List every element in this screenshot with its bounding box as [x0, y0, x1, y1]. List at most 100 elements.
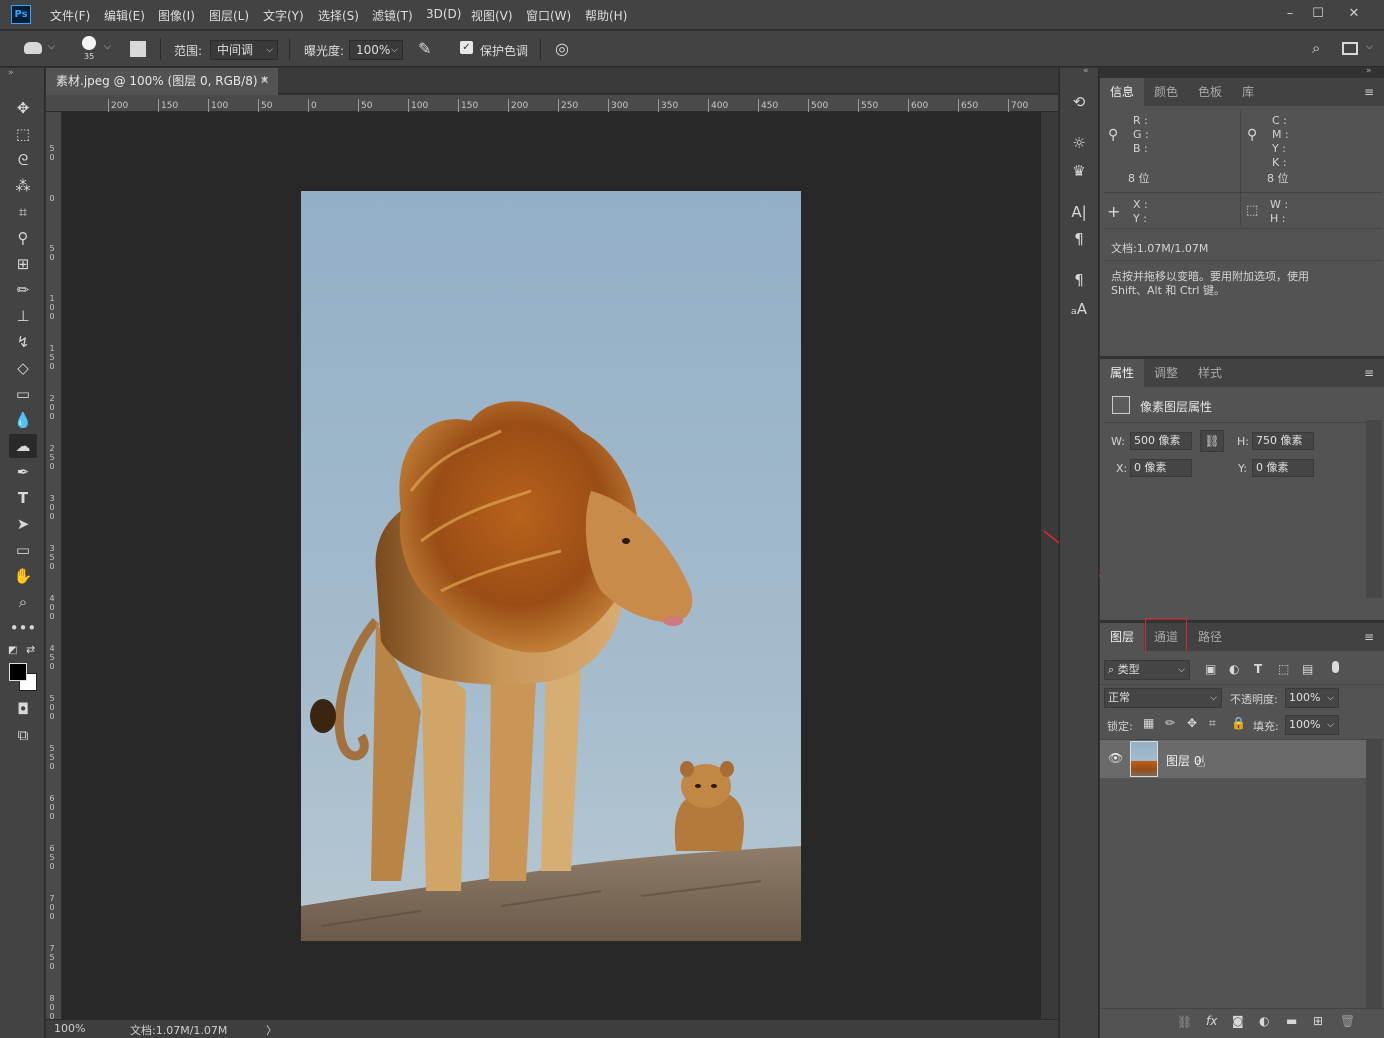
healing-brush-tool-icon[interactable]: ⊞ [9, 252, 37, 276]
blur-tool-icon[interactable]: 💧 [9, 408, 37, 432]
panel-menu-icon[interactable]: ≡ [1364, 631, 1380, 643]
tab-properties[interactable]: 属性 [1100, 359, 1144, 387]
y-field[interactable]: 0 像素 [1252, 459, 1314, 477]
layer-filter-dropdown[interactable]: ⌕ 类型 ⌵ [1104, 660, 1190, 680]
fx-icon[interactable]: fx [1206, 1014, 1217, 1028]
zoom-tool-icon[interactable]: ⌕ [9, 590, 37, 614]
opacity-field[interactable]: 100% ⌵ [1285, 688, 1339, 708]
link-icon[interactable]: ⛓ [1200, 430, 1224, 452]
workspace-icon[interactable] [1342, 42, 1358, 55]
swap-colors-icon[interactable]: ⇄ [26, 643, 35, 656]
tab-libraries[interactable]: 库 [1232, 78, 1264, 106]
menu-window[interactable]: 窗口(W) [526, 7, 571, 24]
close-tab-icon[interactable]: ✕ [260, 68, 269, 94]
brush-settings-icon[interactable] [130, 41, 146, 57]
fill-field[interactable]: 100% ⌵ [1285, 715, 1339, 735]
menu-image[interactable]: 图像(I) [158, 7, 195, 24]
lock-transparent-icon[interactable]: ▦ [1143, 716, 1154, 730]
rectangle-tool-icon[interactable]: ▭ [9, 538, 37, 562]
character-styles-icon[interactable]: ₐA [1065, 297, 1093, 321]
x-field[interactable]: 0 像素 [1130, 459, 1192, 477]
width-field[interactable]: 500 像素 [1130, 432, 1192, 450]
zoom-level[interactable]: 100% [54, 1022, 85, 1035]
path-selection-tool-icon[interactable]: ➤ [9, 512, 37, 536]
tab-color[interactable]: 颜色 [1144, 78, 1188, 106]
default-colors-icon[interactable]: ◩ [8, 645, 17, 656]
hand-tool-icon[interactable]: ✋ [9, 564, 37, 588]
history-brush-tool-icon[interactable]: ↯ [9, 330, 37, 354]
properties-scrollbar[interactable] [1366, 420, 1382, 598]
adjustments-panel-icon[interactable]: ☼ [1065, 131, 1093, 155]
document-tab[interactable]: 素材.jpeg @ 100% (图层 0, RGB/8) * ✕ [46, 68, 278, 95]
panel-menu-icon[interactable]: ≡ [1364, 367, 1380, 379]
quick-mask-icon[interactable]: ◘ [9, 697, 37, 721]
lock-artboard-icon[interactable]: ⌗ [1209, 716, 1216, 731]
panel-menu-icon[interactable]: ≡ [1364, 86, 1380, 98]
menu-view[interactable]: 视图(V) [471, 7, 513, 24]
history-panel-icon[interactable]: ⟲ [1065, 90, 1093, 114]
filter-type-icon[interactable]: T [1254, 662, 1262, 676]
character-panel-icon[interactable]: A| [1065, 200, 1093, 224]
menu-filter[interactable]: 滤镜(T) [372, 7, 413, 24]
expand-panels-icon[interactable]: » [1366, 66, 1372, 76]
filter-shape-icon[interactable]: ⬚ [1278, 662, 1289, 676]
chevron-down-icon[interactable]: ⌵ [48, 42, 55, 52]
more-tools-icon[interactable]: ••• [9, 616, 37, 640]
burn-tool-preset-icon[interactable] [24, 42, 42, 54]
protect-tones-checkbox[interactable]: ✓ [460, 41, 473, 54]
close-icon[interactable]: ✕ [1342, 4, 1366, 24]
gradient-tool-icon[interactable]: ▭ [9, 382, 37, 406]
maximize-icon[interactable]: ☐ [1306, 4, 1330, 24]
tab-swatches[interactable]: 色板 [1188, 78, 1232, 106]
chevron-down-icon[interactable]: ⌵ [104, 42, 111, 52]
filter-toggle-icon[interactable] [1332, 661, 1339, 673]
type-tool-icon[interactable]: T [9, 486, 37, 510]
menu-edit[interactable]: 编辑(E) [104, 7, 145, 24]
tab-info[interactable]: 信息 [1100, 78, 1144, 106]
tab-styles[interactable]: 样式 [1188, 359, 1232, 387]
lock-pixels-icon[interactable]: ✏ [1165, 716, 1175, 730]
status-arrow-icon[interactable]: 〉 [266, 1022, 277, 1038]
layers-scrollbar[interactable] [1366, 740, 1382, 1008]
move-tool-icon[interactable]: ✥ [9, 96, 37, 120]
pressure-size-icon[interactable]: ◎ [555, 39, 569, 58]
chevron-down-icon[interactable]: ⌵ [1366, 42, 1373, 52]
lock-all-icon[interactable]: 🔒 [1231, 716, 1246, 730]
tab-layers[interactable]: 图层 [1100, 623, 1144, 651]
screen-mode-icon[interactable]: ⧉ [9, 723, 37, 747]
collapse-dock-icon[interactable]: « [1083, 66, 1089, 76]
new-adjustment-layer-icon[interactable]: ◐ [1259, 1014, 1269, 1028]
filter-pixel-icon[interactable]: ▣ [1205, 662, 1216, 676]
collapse-toolbar-icon[interactable]: » [8, 68, 14, 78]
delete-layer-icon[interactable]: 🗑 [1340, 1014, 1355, 1028]
histogram-panel-icon[interactable]: ♛ [1065, 159, 1093, 183]
menu-select[interactable]: 选择(S) [318, 7, 359, 24]
clone-stamp-tool-icon[interactable]: ⊥ [9, 304, 37, 328]
lasso-tool-icon[interactable]: ᘓ [9, 148, 37, 172]
eyedropper-tool-icon[interactable]: ⚲ [9, 226, 37, 250]
menu-help[interactable]: 帮助(H) [585, 7, 627, 24]
menu-file[interactable]: 文件(F) [50, 7, 90, 24]
menu-layer[interactable]: 图层(L) [209, 7, 249, 24]
height-field[interactable]: 750 像素 [1252, 432, 1314, 450]
tab-adjustments[interactable]: 调整 [1144, 359, 1188, 387]
crop-tool-icon[interactable]: ⌗ [9, 200, 37, 224]
range-dropdown[interactable]: 中间调 ⌵ [210, 40, 278, 60]
new-layer-icon[interactable]: ⊞ [1313, 1014, 1323, 1028]
paragraph-panel-icon[interactable]: ¶ [1065, 227, 1093, 251]
exposure-field[interactable]: 100% ⌵ [349, 40, 403, 60]
foreground-color-swatch[interactable] [9, 663, 27, 681]
blend-mode-dropdown[interactable]: 正常 ⌵ [1104, 688, 1222, 708]
burn-tool-icon[interactable]: ☁ [9, 434, 37, 458]
new-group-icon[interactable]: ▬ [1286, 1014, 1297, 1028]
tab-paths[interactable]: 路径 [1188, 623, 1232, 651]
airbrush-icon[interactable]: ✎ [418, 39, 431, 58]
eraser-tool-icon[interactable]: ◇ [9, 356, 37, 380]
pen-tool-icon[interactable]: ✒ [9, 460, 37, 484]
minimize-icon[interactable]: – [1278, 4, 1302, 24]
magic-wand-tool-icon[interactable]: ⁂ [9, 174, 37, 198]
filter-smart-object-icon[interactable]: ▤ [1302, 662, 1313, 676]
brush-tool-icon[interactable]: ✏ [9, 278, 37, 302]
brush-preview-icon[interactable] [82, 36, 96, 50]
visibility-eye-icon[interactable]: 👁 [1108, 751, 1123, 765]
